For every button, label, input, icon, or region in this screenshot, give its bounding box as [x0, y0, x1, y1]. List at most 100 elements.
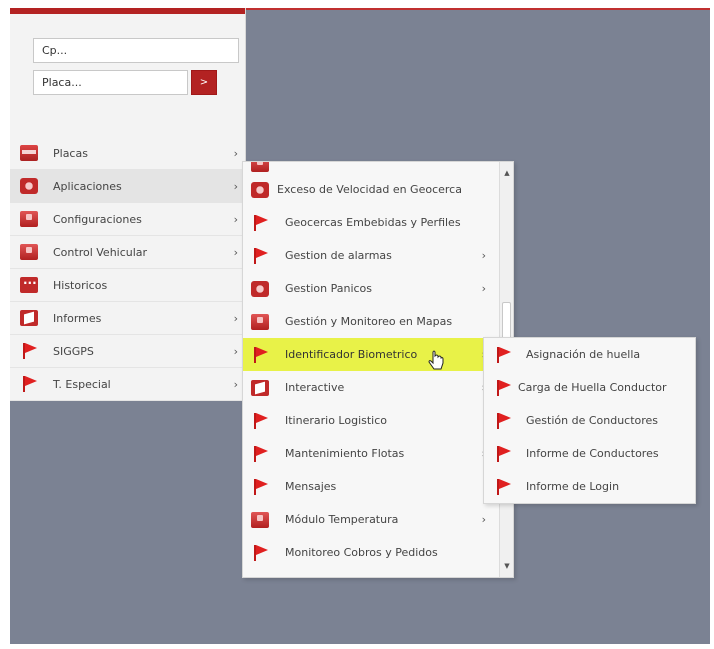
submenu-item-label: Itinerario Logistico — [285, 414, 388, 427]
menu-item-aplicaciones[interactable]: Aplicaciones › — [10, 170, 246, 203]
chevron-right-icon: › — [233, 179, 238, 193]
chevron-right-icon: › — [233, 377, 238, 391]
submenu-item-label: Mantenimiento Flotas — [285, 447, 405, 460]
box-icon — [251, 511, 269, 528]
menu-item-placas[interactable]: Placas › — [10, 137, 246, 170]
submenu-item-monitoreo-cobros[interactable]: Monitoreo Cobros y Pedidos — [243, 536, 500, 569]
flag-icon — [20, 342, 38, 360]
hand-cursor-icon — [428, 350, 444, 370]
submenu-item-geocercas[interactable]: Geocercas Embebidas y Perfiles — [243, 206, 500, 239]
scroll-up-arrow-icon[interactable]: ▲ — [500, 166, 513, 180]
menu-item-configuraciones[interactable]: Configuraciones › — [10, 203, 246, 236]
submenu-item-mensajes[interactable]: Mensajes — [243, 470, 500, 503]
menu-item-label: Configuraciones — [53, 212, 142, 226]
menu-item-label: Historicos — [53, 278, 108, 292]
subsub-item-label: Gestión de Conductores — [526, 414, 659, 427]
menu-item-label: Control Vehicular — [53, 245, 148, 259]
flag-icon — [251, 478, 269, 496]
scrollbar-thumb[interactable] — [502, 302, 511, 342]
chevron-right-icon: › — [233, 344, 238, 358]
submenu-item-monitoreo-mapas[interactable]: Gestión y Monitoreo en Mapas — [243, 305, 500, 338]
menu-item-control-vehicular[interactable]: Control Vehicular › — [10, 236, 246, 269]
aplicaciones-submenu: Exceso de Velocidad en Geocerca Geocerca… — [242, 161, 514, 578]
app-icon — [20, 178, 38, 194]
menu-item-siggps[interactable]: SIGGPS › — [10, 335, 246, 368]
flag-icon — [251, 346, 269, 364]
chevron-right-icon: › — [481, 282, 486, 295]
biometrico-submenu: Asignación de huella Carga de Huella Con… — [483, 337, 696, 504]
box-icon — [20, 211, 38, 227]
chevron-right-icon: › — [233, 245, 238, 259]
menu-item-t-especial[interactable]: T. Especial › — [10, 368, 246, 401]
subsub-item-asignacion-huella[interactable]: Asignación de huella — [484, 338, 695, 371]
chevron-right-icon: › — [233, 311, 238, 325]
menu-item-label: T. Especial — [53, 377, 111, 391]
flag-icon — [251, 544, 269, 562]
placa-search-row: > — [33, 70, 239, 95]
submenu-item-label: Gestion de alarmas — [285, 249, 392, 262]
document-icon — [20, 310, 38, 326]
placa-input[interactable] — [33, 70, 188, 95]
search-box: > — [33, 38, 239, 95]
subsub-item-label: Asignación de huella — [526, 348, 641, 361]
menu-item-label: Placas — [53, 146, 88, 160]
submenu-item-label: Interactive — [285, 381, 345, 394]
document-icon — [251, 379, 269, 396]
chevron-right-icon: › — [233, 212, 238, 226]
scroll-down-arrow-icon[interactable]: ▼ — [500, 559, 513, 573]
submenu-item-label: Identificador Biometrico — [285, 348, 418, 361]
subsub-item-informe-login[interactable]: Informe de Login — [484, 470, 695, 503]
submenu-item-label: Exceso de Velocidad en Geocerca — [277, 183, 462, 196]
flag-icon — [494, 379, 512, 397]
flag-icon — [494, 346, 512, 364]
menu-item-historicos[interactable]: Historicos — [10, 269, 246, 302]
submenu-item-label: Geocercas Embebidas y Perfiles — [285, 216, 461, 229]
submenu-partial-item — [243, 162, 513, 173]
submenu-item-label: Módulo Temperatura — [285, 513, 399, 526]
flag-icon — [251, 214, 269, 232]
plate-icon — [20, 145, 38, 161]
submenu-item-modulo-temperatura[interactable]: Módulo Temperatura › — [243, 503, 500, 536]
menu-item-label: SIGGPS — [53, 344, 94, 358]
cp-input[interactable] — [33, 38, 239, 63]
flag-icon — [494, 412, 512, 430]
app-icon — [251, 280, 269, 297]
menu-item-label: Aplicaciones — [53, 179, 122, 193]
chevron-right-icon: › — [481, 249, 486, 262]
subsub-item-informe-conductores[interactable]: Informe de Conductores — [484, 437, 695, 470]
subsub-item-carga-huella[interactable]: Carga de Huella Conductor — [484, 371, 695, 404]
submenu-item-label: Mensajes — [285, 480, 337, 493]
submenu-item-identificador-biometrico[interactable]: Identificador Biometrico › — [243, 338, 500, 371]
menu-item-informes[interactable]: Informes › — [10, 302, 246, 335]
submenu-item-exceso-velocidad[interactable]: Exceso de Velocidad en Geocerca — [243, 173, 500, 206]
navigation-panel: > Placas › Aplicaciones › Configuracione… — [10, 8, 246, 401]
flag-icon — [20, 375, 38, 393]
app-icon — [251, 181, 269, 198]
submenu-item-itinerario[interactable]: Itinerario Logistico — [243, 404, 500, 437]
panel-top-bar — [10, 8, 245, 14]
subsub-item-gestion-conductores[interactable]: Gestión de Conductores — [484, 404, 695, 437]
subsub-item-label: Informe de Login — [526, 480, 620, 493]
submenu-item-interactive[interactable]: Interactive › — [243, 371, 500, 404]
submenu-item-label: Gestión y Monitoreo en Mapas — [285, 315, 453, 328]
submenu-item-mantenimiento[interactable]: Mantenimiento Flotas › — [243, 437, 500, 470]
subsub-item-label: Carga de Huella Conductor — [518, 381, 667, 394]
flag-icon — [494, 445, 512, 463]
box-icon — [251, 313, 269, 330]
submenu-item-label: Gestion Panicos — [285, 282, 373, 295]
history-icon — [20, 273, 38, 293]
chevron-right-icon: › — [233, 146, 238, 160]
submenu-item-gestion-alarmas[interactable]: Gestion de alarmas › — [243, 239, 500, 272]
box-icon — [20, 244, 38, 260]
flag-icon — [251, 247, 269, 265]
submenu-item-gestion-panicos[interactable]: Gestion Panicos › — [243, 272, 500, 305]
main-menu: Placas › Aplicaciones › Configuraciones … — [10, 137, 246, 401]
flag-icon — [251, 445, 269, 463]
flag-icon — [494, 478, 512, 496]
search-go-button[interactable]: > — [191, 70, 217, 95]
subsub-item-label: Informe de Conductores — [526, 447, 659, 460]
submenu-item-label: Monitoreo Cobros y Pedidos — [285, 546, 438, 559]
menu-item-label: Informes — [53, 311, 102, 325]
flag-icon — [251, 412, 269, 430]
box-icon — [251, 162, 269, 172]
